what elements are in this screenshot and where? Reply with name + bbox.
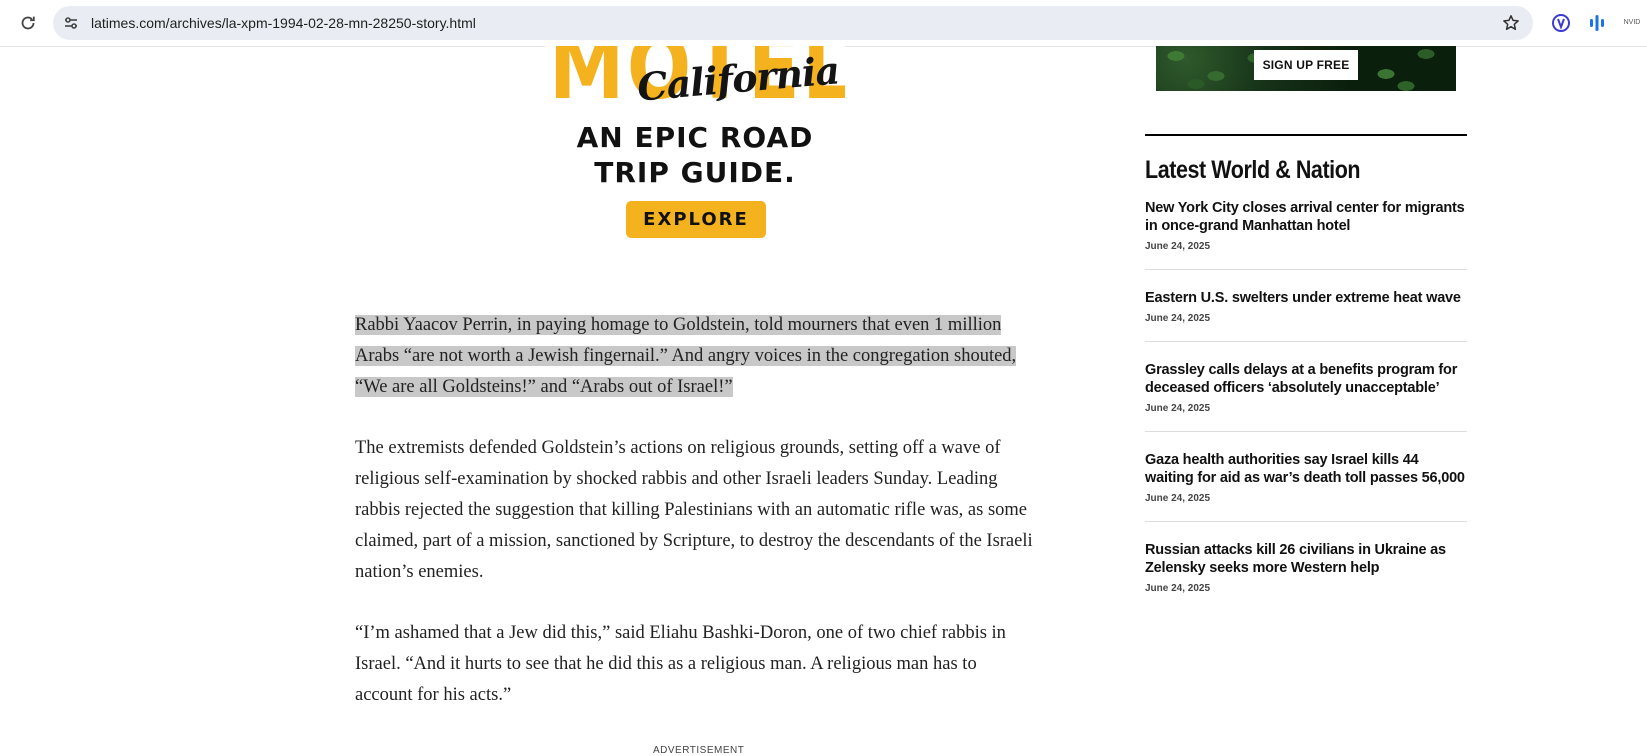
story-item[interactable]: Grassley calls delays at a benefits prog… xyxy=(1145,361,1467,432)
article-paragraph[interactable]: “I’m ashamed that a Jew did this,” said … xyxy=(355,618,1035,711)
latest-news-section: Latest World & Nation New York City clos… xyxy=(1145,134,1467,630)
address-bar[interactable]: latimes.com/archives/la-xpm-1994-02-28-m… xyxy=(53,6,1533,40)
story-date: June 24, 2025 xyxy=(1145,241,1211,252)
ad-explore-button[interactable]: EXPLORE xyxy=(626,201,766,238)
bookmark-star-icon[interactable] xyxy=(1501,13,1521,33)
story-item[interactable]: New York City closes arrival center for … xyxy=(1145,199,1467,270)
ad-banner[interactable]: MOTEL California AN EPIC ROAD TRIP GUIDE… xyxy=(545,46,845,242)
newsletter-banner: SIGN UP FREE xyxy=(1156,46,1456,91)
browser-toolbar: latimes.com/archives/la-xpm-1994-02-28-m… xyxy=(0,0,1647,47)
story-item[interactable]: Eastern U.S. swelters under extreme heat… xyxy=(1145,289,1467,342)
advertisement-label: ADVERTISEMENT xyxy=(653,745,745,756)
story-date: June 24, 2025 xyxy=(1145,313,1211,324)
article-paragraph[interactable]: The extremists defended Goldstein’s acti… xyxy=(355,433,1035,588)
story-headline-link[interactable]: Gaza health authorities say Israel kills… xyxy=(1145,451,1467,487)
article-body: Rabbi Yaacov Perrin, in paying homage to… xyxy=(355,310,1035,741)
nvidia-extension-label: NVID xyxy=(1623,19,1641,26)
site-info-icon[interactable] xyxy=(59,11,83,35)
extension-icon[interactable] xyxy=(1549,11,1573,35)
audio-extension-icon[interactable] xyxy=(1585,11,1609,35)
ad-headline-line2: TRIP GUIDE. xyxy=(594,156,796,189)
story-headline-link[interactable]: New York City closes arrival center for … xyxy=(1145,199,1467,235)
story-list: New York City closes arrival center for … xyxy=(1145,199,1467,611)
story-date: June 24, 2025 xyxy=(1145,583,1211,594)
story-date: June 24, 2025 xyxy=(1145,403,1211,414)
section-title[interactable]: Latest World & Nation xyxy=(1145,155,1422,185)
story-date: June 24, 2025 xyxy=(1145,493,1211,504)
sign-up-button[interactable]: SIGN UP FREE xyxy=(1254,50,1358,80)
story-item[interactable]: Gaza health authorities say Israel kills… xyxy=(1145,451,1467,522)
nvidia-extension-icon[interactable]: NVID xyxy=(1617,11,1647,35)
reload-icon[interactable] xyxy=(16,11,40,35)
url-text[interactable]: latimes.com/archives/la-xpm-1994-02-28-m… xyxy=(91,6,476,40)
ad-headline-line1: AN EPIC ROAD xyxy=(576,121,814,154)
selected-text[interactable]: Rabbi Yaacov Perrin, in paying homage to… xyxy=(355,315,1017,397)
story-item[interactable]: Russian attacks kill 26 civilians in Ukr… xyxy=(1145,541,1467,611)
article-paragraph-highlighted: Rabbi Yaacov Perrin, in paying homage to… xyxy=(355,310,1035,403)
story-headline-link[interactable]: Russian attacks kill 26 civilians in Ukr… xyxy=(1145,541,1467,577)
ad-headline: AN EPIC ROAD TRIP GUIDE. xyxy=(545,120,845,190)
story-headline-link[interactable]: Grassley calls delays at a benefits prog… xyxy=(1145,361,1467,397)
story-headline-link[interactable]: Eastern U.S. swelters under extreme heat… xyxy=(1145,289,1467,307)
